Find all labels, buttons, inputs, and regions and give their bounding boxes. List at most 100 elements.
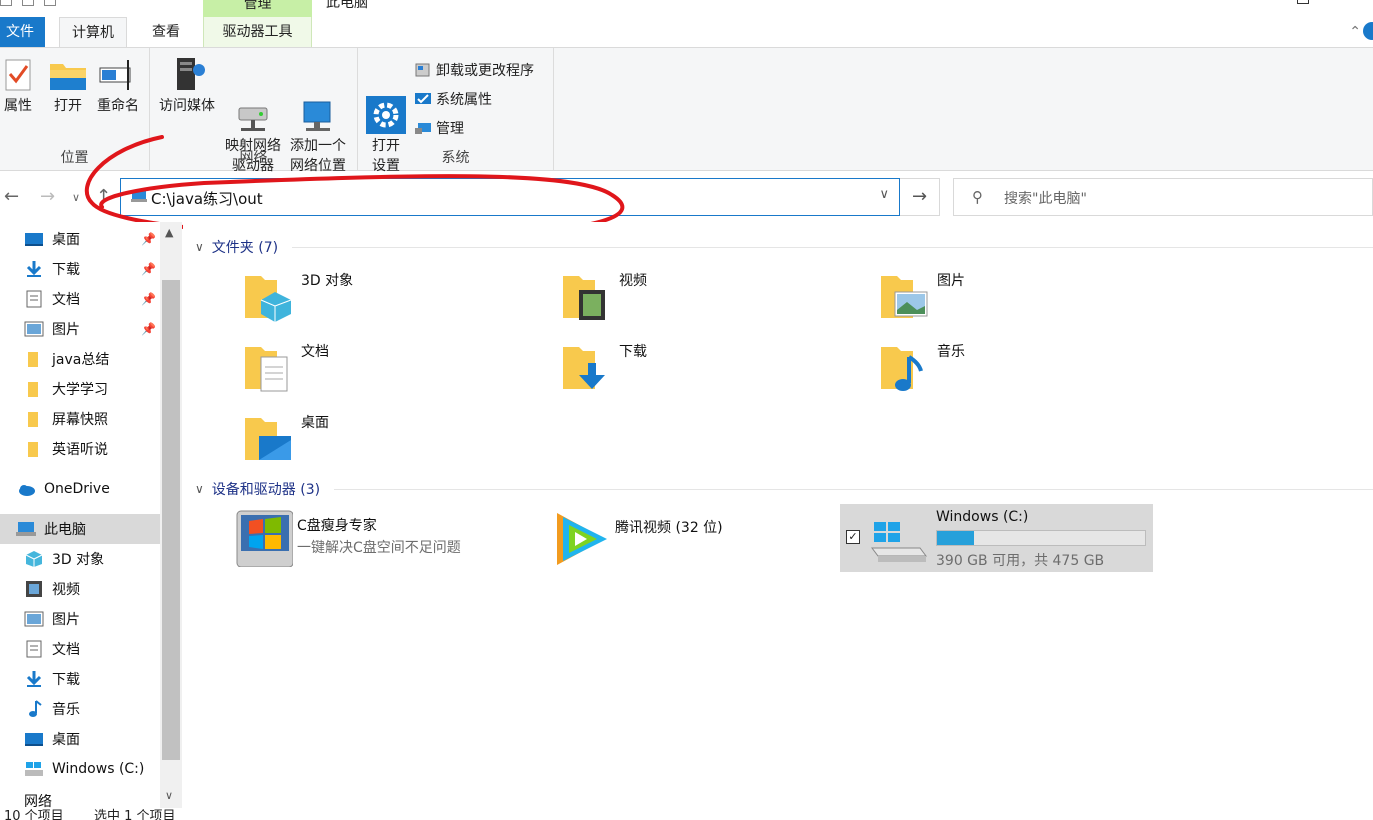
help-icon[interactable] bbox=[1363, 22, 1373, 40]
picture-icon bbox=[24, 610, 44, 628]
settings-gear-icon bbox=[366, 76, 406, 134]
music-folder-icon bbox=[879, 341, 931, 393]
navigation-pane: 桌面 📌 下载 📌 文档 📌 图片 📌 java总结 大学学习 屏幕快照 英语听… bbox=[0, 222, 182, 808]
c-drive-cleaner-icon bbox=[233, 507, 294, 568]
forward-arrow-icon[interactable]: → bbox=[40, 186, 55, 207]
sidebar-item-downloads[interactable]: 下载 📌 bbox=[24, 254, 160, 284]
device-tencent-video[interactable]: 腾讯视频 (32 位) bbox=[551, 507, 851, 575]
folders-section-header[interactable]: ∨ 文件夹 (7) bbox=[195, 237, 1373, 257]
sidebar-item-pictures-pc[interactable]: 图片 bbox=[24, 604, 160, 634]
sidebar-item-desktop[interactable]: 桌面 📌 bbox=[24, 224, 160, 254]
drive-icon bbox=[24, 760, 44, 778]
sidebar-item-desktop-pc[interactable]: 桌面 bbox=[24, 724, 160, 754]
properties-button[interactable]: 属性 bbox=[0, 56, 36, 116]
ribbon: 属性 打开 重命名 位置 访问媒体 映射网络 驱动器 添加一个 网络位置 网络 … bbox=[0, 47, 1373, 174]
folder-icon bbox=[24, 380, 44, 398]
address-path[interactable]: C:\java练习\out bbox=[151, 188, 263, 209]
quick-access-icon[interactable] bbox=[44, 0, 56, 6]
rename-button[interactable]: 重命名 bbox=[94, 56, 142, 116]
sidebar-item-documents-pc[interactable]: 文档 bbox=[24, 634, 160, 664]
desktop-folder-icon bbox=[243, 412, 295, 464]
devices-section-header[interactable]: ∨ 设备和驱动器 (3) bbox=[195, 479, 1373, 499]
search-box[interactable]: ⚲ 搜索"此电脑" bbox=[953, 178, 1373, 216]
content-pane: ∨ 文件夹 (7) 3D 对象 视频 图片 文档 下载 音乐 桌面 ∨ 设备和驱… bbox=[183, 222, 1373, 808]
sidebar-item-english-listening[interactable]: 英语听说 bbox=[24, 434, 160, 464]
music-icon bbox=[24, 700, 44, 718]
pin-icon: 📌 bbox=[141, 232, 156, 246]
folder-icon bbox=[24, 440, 44, 458]
go-arrow-icon[interactable]: → bbox=[900, 178, 940, 216]
pictures-folder-icon bbox=[879, 270, 931, 322]
media-server-icon bbox=[167, 56, 207, 94]
this-pc-icon bbox=[131, 190, 147, 203]
sidebar-item-screenshots[interactable]: 屏幕快照 bbox=[24, 404, 160, 434]
folder-tile-downloads[interactable]: 下载 bbox=[561, 341, 861, 405]
quick-access-icon[interactable] bbox=[22, 0, 34, 6]
tab-computer[interactable]: 计算机 bbox=[59, 17, 127, 48]
pin-icon: 📌 bbox=[141, 262, 156, 276]
tab-file[interactable]: 文件 bbox=[0, 17, 45, 47]
sidebar-item-windows-c[interactable]: Windows (C:) bbox=[24, 754, 160, 784]
scroll-down-icon[interactable]: ∨ bbox=[165, 789, 173, 802]
documents-folder-icon bbox=[243, 341, 295, 393]
3d-objects-icon bbox=[24, 550, 44, 568]
video-icon bbox=[24, 580, 44, 598]
sidebar-item-java-summary[interactable]: java总结 bbox=[24, 344, 160, 374]
download-icon bbox=[24, 260, 44, 278]
back-arrow-icon[interactable]: ← bbox=[4, 186, 19, 207]
sidebar-item-3d-objects[interactable]: 3D 对象 bbox=[24, 544, 160, 574]
sidebar-item-university-study[interactable]: 大学学习 bbox=[24, 374, 160, 404]
open-button[interactable]: 打开 bbox=[48, 56, 88, 116]
address-dropdown-icon[interactable]: ∨ bbox=[879, 187, 889, 202]
sidebar-item-this-pc[interactable]: 此电脑 bbox=[0, 514, 160, 544]
folder-icon bbox=[24, 350, 44, 368]
sidebar-item-music[interactable]: 音乐 bbox=[24, 694, 160, 724]
sidebar-item-videos[interactable]: 视频 bbox=[24, 574, 160, 604]
quick-access-icon[interactable] bbox=[0, 0, 12, 6]
collapse-ribbon-icon[interactable]: ⌃ bbox=[1349, 24, 1361, 40]
folder-tile-music[interactable]: 音乐 bbox=[879, 341, 1179, 405]
manage-button[interactable]: 管理 bbox=[414, 118, 464, 138]
video-folder-icon bbox=[561, 270, 613, 322]
tab-view[interactable]: 查看 bbox=[140, 17, 192, 47]
cloud-icon bbox=[16, 480, 36, 498]
device-windows-c[interactable]: ✓ Windows (C:) 390 GB 可用，共 475 GB bbox=[840, 504, 1153, 572]
scroll-thumb[interactable] bbox=[162, 280, 180, 760]
quick-access-toolbar bbox=[0, 0, 56, 6]
selection-checkbox[interactable]: ✓ bbox=[846, 530, 860, 544]
device-c-drive-cleaner[interactable]: C盘瘦身专家 一键解决C盘空间不足问题 bbox=[233, 507, 533, 575]
sidebar-item-documents[interactable]: 文档 📌 bbox=[24, 284, 160, 314]
folder-tile-desktop[interactable]: 桌面 bbox=[243, 412, 543, 476]
folder-tile-videos[interactable]: 视频 bbox=[561, 270, 861, 334]
desktop-icon bbox=[24, 730, 44, 748]
folder-tile-documents[interactable]: 文档 bbox=[243, 341, 543, 405]
sidebar-scrollbar[interactable]: ▲ ∨ bbox=[160, 222, 182, 808]
uninstall-program-button[interactable]: 卸载或更改程序 bbox=[414, 60, 534, 80]
system-properties-icon bbox=[414, 91, 432, 107]
recent-locations-chevron-icon[interactable]: ∨ bbox=[72, 191, 80, 204]
download-icon bbox=[24, 670, 44, 688]
drive-icon bbox=[870, 508, 930, 568]
context-tab-group-label: 管理 bbox=[203, 0, 312, 17]
desktop-icon bbox=[24, 230, 44, 248]
network-location-icon bbox=[298, 76, 338, 131]
this-pc-icon bbox=[16, 520, 36, 538]
folder-tile-pictures[interactable]: 图片 bbox=[879, 270, 1179, 334]
address-bar[interactable]: C:\java练习\out ∨ bbox=[120, 178, 900, 216]
sidebar-item-downloads-pc[interactable]: 下载 bbox=[24, 664, 160, 694]
pin-icon: 📌 bbox=[141, 322, 156, 336]
document-icon bbox=[24, 640, 44, 658]
chevron-down-icon[interactable]: ∨ bbox=[195, 240, 204, 254]
tab-drive-tools[interactable]: 驱动器工具 bbox=[203, 17, 312, 47]
chevron-down-icon[interactable]: ∨ bbox=[195, 482, 204, 496]
sidebar-item-onedrive[interactable]: OneDrive bbox=[16, 474, 152, 504]
system-properties-button[interactable]: 系统属性 bbox=[414, 89, 492, 109]
properties-icon bbox=[3, 56, 33, 94]
group-label-network: 网络 bbox=[239, 150, 268, 166]
up-arrow-icon[interactable]: ↑ bbox=[96, 186, 111, 207]
sidebar-item-pictures[interactable]: 图片 📌 bbox=[24, 314, 160, 344]
folder-tile-3d-objects[interactable]: 3D 对象 bbox=[243, 270, 543, 334]
maximize-icon[interactable] bbox=[1297, 0, 1309, 4]
access-media-button[interactable]: 访问媒体 bbox=[156, 56, 218, 116]
scroll-up-icon[interactable]: ▲ bbox=[165, 226, 173, 239]
